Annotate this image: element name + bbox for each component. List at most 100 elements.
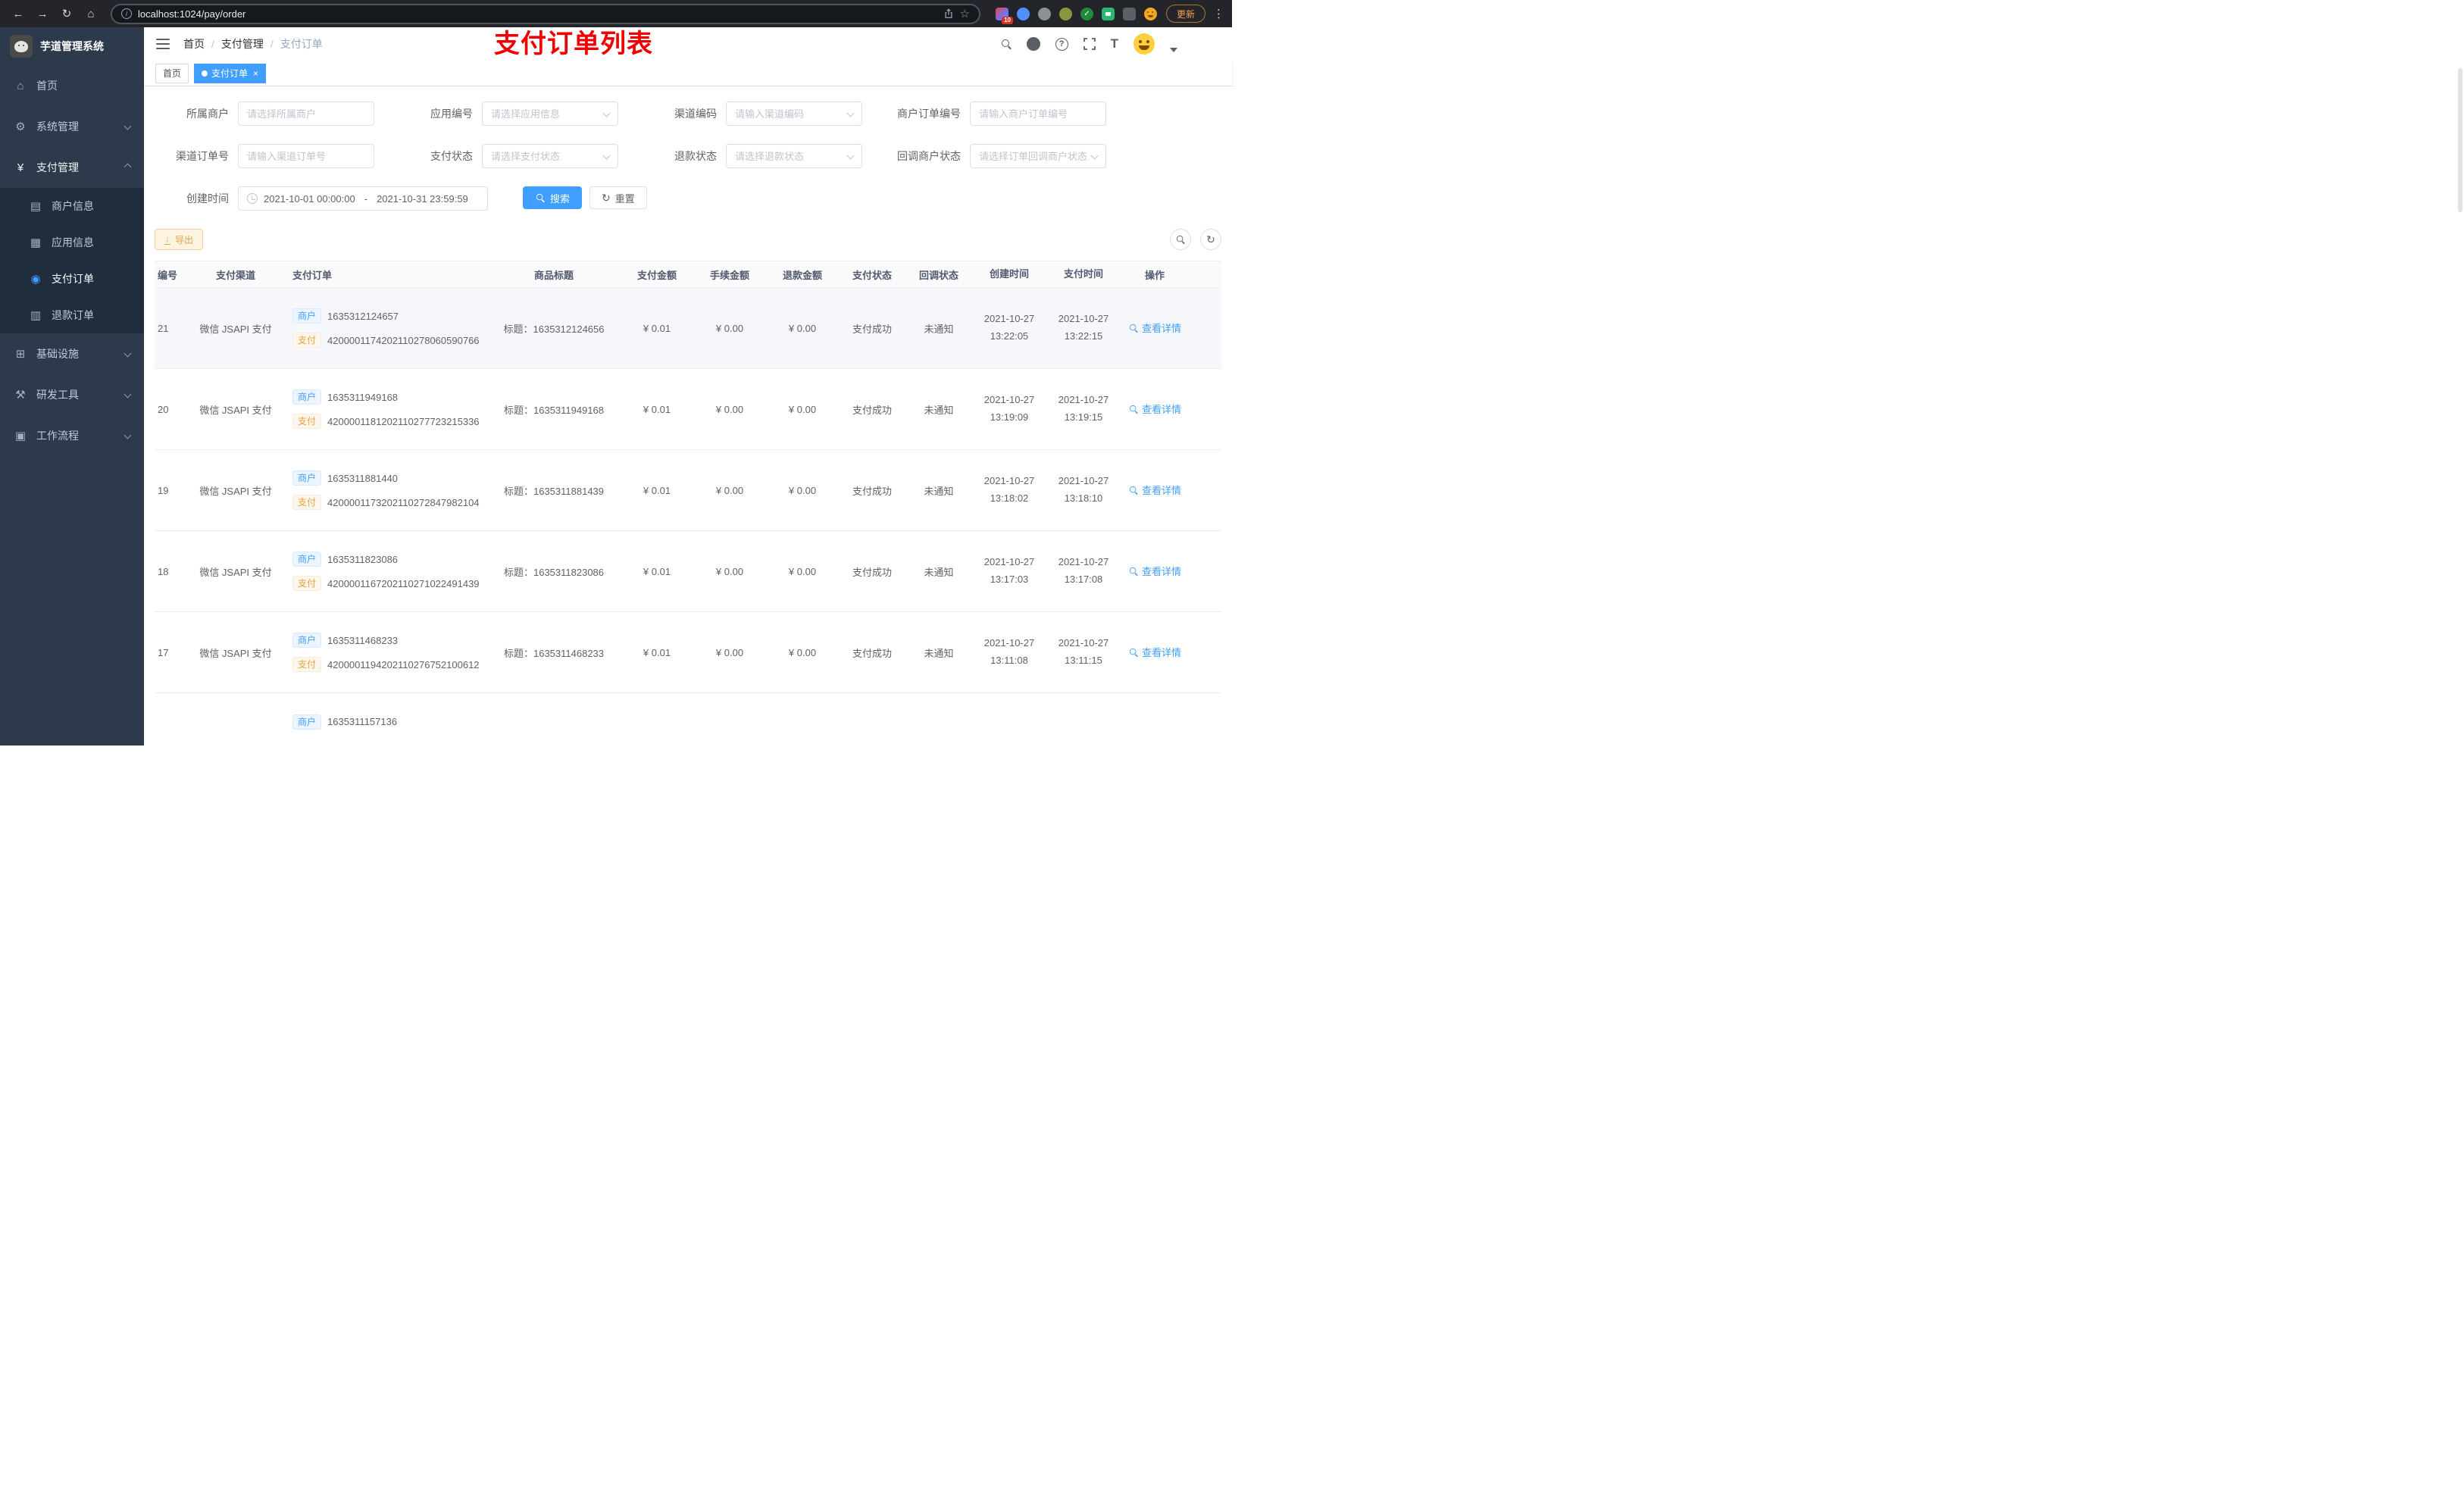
browser-forward-icon[interactable]: → [32, 3, 53, 24]
channel-code-select-field[interactable] [735, 108, 853, 120]
pay-tag: 支付 [292, 333, 322, 348]
extension-icon[interactable] [1016, 7, 1030, 20]
sidebar-menu: ⌂ 首页 ⚙ 系统管理 ¥ 支付管理 ▤ 商户信息 ▦ 应用信息 ◉ 支付订单 … [0, 65, 144, 456]
notify-status-select-field[interactable] [979, 150, 1097, 162]
sidebar-item-home[interactable]: ⌂ 首页 [0, 65, 144, 106]
browser-reload-icon[interactable]: ↻ [56, 3, 77, 24]
chevron-down-icon [124, 390, 132, 399]
toggle-search-button[interactable] [1170, 229, 1191, 250]
address-bar[interactable]: i localhost:1024/pay/order ☆ [111, 3, 980, 24]
sidebar-item-system[interactable]: ⚙ 系统管理 [0, 106, 144, 147]
view-detail-link[interactable]: 查看详情 [1128, 402, 1181, 416]
browser-back-icon[interactable]: ← [8, 3, 29, 24]
cell-notify-status: 未通知 [924, 647, 954, 659]
date-range-picker[interactable]: 2021-10-01 00:00:00 - 2021-10-31 23:59:5… [238, 186, 488, 211]
col-pay-time: 支付时间 [1063, 267, 1103, 280]
cell-channel: 微信 JSAPI 支付 [199, 404, 272, 416]
tab-pay-order[interactable]: 支付订单 × [194, 63, 267, 83]
reset-button[interactable]: ↻ 重置 [589, 186, 647, 209]
bookmark-star-icon[interactable]: ☆ [960, 7, 970, 20]
sidebar-item-infra[interactable]: ⊞ 基础设施 [0, 333, 144, 374]
merchant-order-no: 1635311468233 [327, 634, 399, 646]
sidebar-item-devtool[interactable]: ⚒ 研发工具 [0, 374, 144, 415]
breadcrumb-home[interactable]: 首页 [183, 36, 205, 52]
app-no-select-field[interactable] [491, 108, 609, 120]
cell-title: 标题：1635311468233 [503, 647, 605, 659]
extension-icon[interactable] [1058, 7, 1072, 20]
scrollbar-thumb[interactable] [2458, 68, 2462, 212]
cell-refund: ¥ 0.00 [788, 403, 817, 415]
sidebar-item-merchant-info[interactable]: ▤ 商户信息 [0, 188, 144, 224]
github-icon[interactable] [1026, 37, 1040, 51]
scrollbar[interactable] [2458, 68, 2462, 212]
cell-order: 商户 1635311823086 支付 42000011672021102710… [280, 545, 487, 597]
sidebar-item-app-info[interactable]: ▦ 应用信息 [0, 224, 144, 261]
pay-status-select-field[interactable] [491, 150, 609, 162]
filter-row-2: 渠道订单号 支付状态 退款状态 [144, 144, 1232, 168]
sidebar-item-pay[interactable]: ¥ 支付管理 [0, 147, 144, 188]
sidebar-item-workflow[interactable]: ▣ 工作流程 [0, 415, 144, 456]
browser-menu-icon[interactable]: ⋮ [1213, 7, 1224, 20]
channel-order-no-input-field[interactable] [247, 150, 365, 162]
channel-pay-no: 4200001173202110272847982104 [327, 496, 480, 508]
pay-status-select[interactable] [482, 144, 618, 168]
field-label: 所属商户 [186, 108, 229, 120]
merchant-order-no-input-field[interactable] [979, 108, 1097, 120]
sidebar-item-pay-order[interactable]: ◉ 支付订单 [0, 261, 144, 297]
view-detail-link[interactable]: 查看详情 [1128, 483, 1181, 497]
hamburger-icon[interactable] [156, 39, 170, 49]
fullscreen-icon[interactable] [1083, 38, 1096, 50]
toolbar-right: ↻ [1170, 229, 1221, 250]
refresh-table-button[interactable]: ↻ [1200, 229, 1221, 250]
menu-label: 支付管理 [36, 161, 79, 173]
share-icon[interactable] [943, 8, 954, 19]
avatar[interactable] [1134, 33, 1155, 55]
extension-icon[interactable] [1101, 7, 1115, 20]
cell-pay-time: 2021-10-27 13:11:15 [1058, 637, 1109, 666]
help-icon[interactable]: ? [1055, 37, 1068, 51]
view-detail-link[interactable]: 查看详情 [1128, 645, 1181, 659]
extension-icon[interactable]: 10 [995, 7, 1013, 24]
extension-icon[interactable] [1037, 7, 1051, 20]
close-icon[interactable]: × [253, 68, 258, 79]
cell-refund: ¥ 0.00 [788, 322, 817, 334]
view-detail-link[interactable]: 查看详情 [1128, 320, 1181, 335]
merchant-input-field[interactable] [247, 108, 365, 120]
font-size-icon[interactable]: T [1111, 36, 1118, 52]
view-detail-link[interactable]: 查看详情 [1128, 564, 1181, 578]
site-info-icon[interactable]: i [121, 8, 132, 19]
extension-icon[interactable]: ✓ [1080, 7, 1093, 20]
col-action: 操作 [1144, 269, 1165, 281]
search-button[interactable]: 搜索 [523, 186, 583, 209]
refund-status-select-field[interactable] [735, 150, 853, 162]
channel-order-no-input[interactable] [238, 144, 374, 168]
merchant-order-no-input[interactable] [970, 102, 1106, 126]
extension-icon[interactable] [1143, 7, 1157, 20]
channel-code-select[interactable] [726, 102, 862, 126]
tab-home[interactable]: 首页 [155, 63, 189, 83]
update-button[interactable]: 更新 [1165, 5, 1205, 23]
merchant-input[interactable] [238, 102, 374, 126]
menu-label: 研发工具 [36, 389, 79, 401]
cell-pay-time: 2021-10-27 13:19:15 [1058, 394, 1109, 423]
table-row: 19 微信 JSAPI 支付 商户 1635311881440 支付 42000… [155, 450, 1221, 531]
merchant-tag: 商户 [292, 389, 322, 405]
search-icon[interactable] [1001, 39, 1012, 49]
refund-status-select[interactable] [726, 144, 862, 168]
merchant-tag: 商户 [292, 308, 322, 324]
app-logo[interactable]: 芋道管理系统 [0, 27, 144, 65]
app-no-select[interactable] [482, 102, 618, 126]
extension-icon[interactable] [1122, 7, 1136, 20]
cell-pay-time: 2021-10-27 13:18:10 [1058, 475, 1109, 504]
col-fee: 手续金额 [709, 269, 749, 281]
browser-home-icon[interactable]: ⌂ [80, 3, 102, 24]
sidebar: 芋道管理系统 ⌂ 首页 ⚙ 系统管理 ¥ 支付管理 ▤ 商户信息 ▦ 应用信息 … [0, 27, 144, 746]
cell-id: 21 [158, 322, 169, 334]
tags-bar: 首页 支付订单 × [144, 61, 1232, 86]
sidebar-item-refund-order[interactable]: ▥ 退款订单 [0, 297, 144, 333]
grid-icon: ▦ [30, 236, 42, 249]
breadcrumb-pay-manage[interactable]: 支付管理 [221, 36, 264, 52]
notify-status-select[interactable] [970, 144, 1106, 168]
chevron-down-icon[interactable] [1170, 48, 1177, 52]
export-button[interactable]: ↓ 导出 [155, 229, 204, 250]
